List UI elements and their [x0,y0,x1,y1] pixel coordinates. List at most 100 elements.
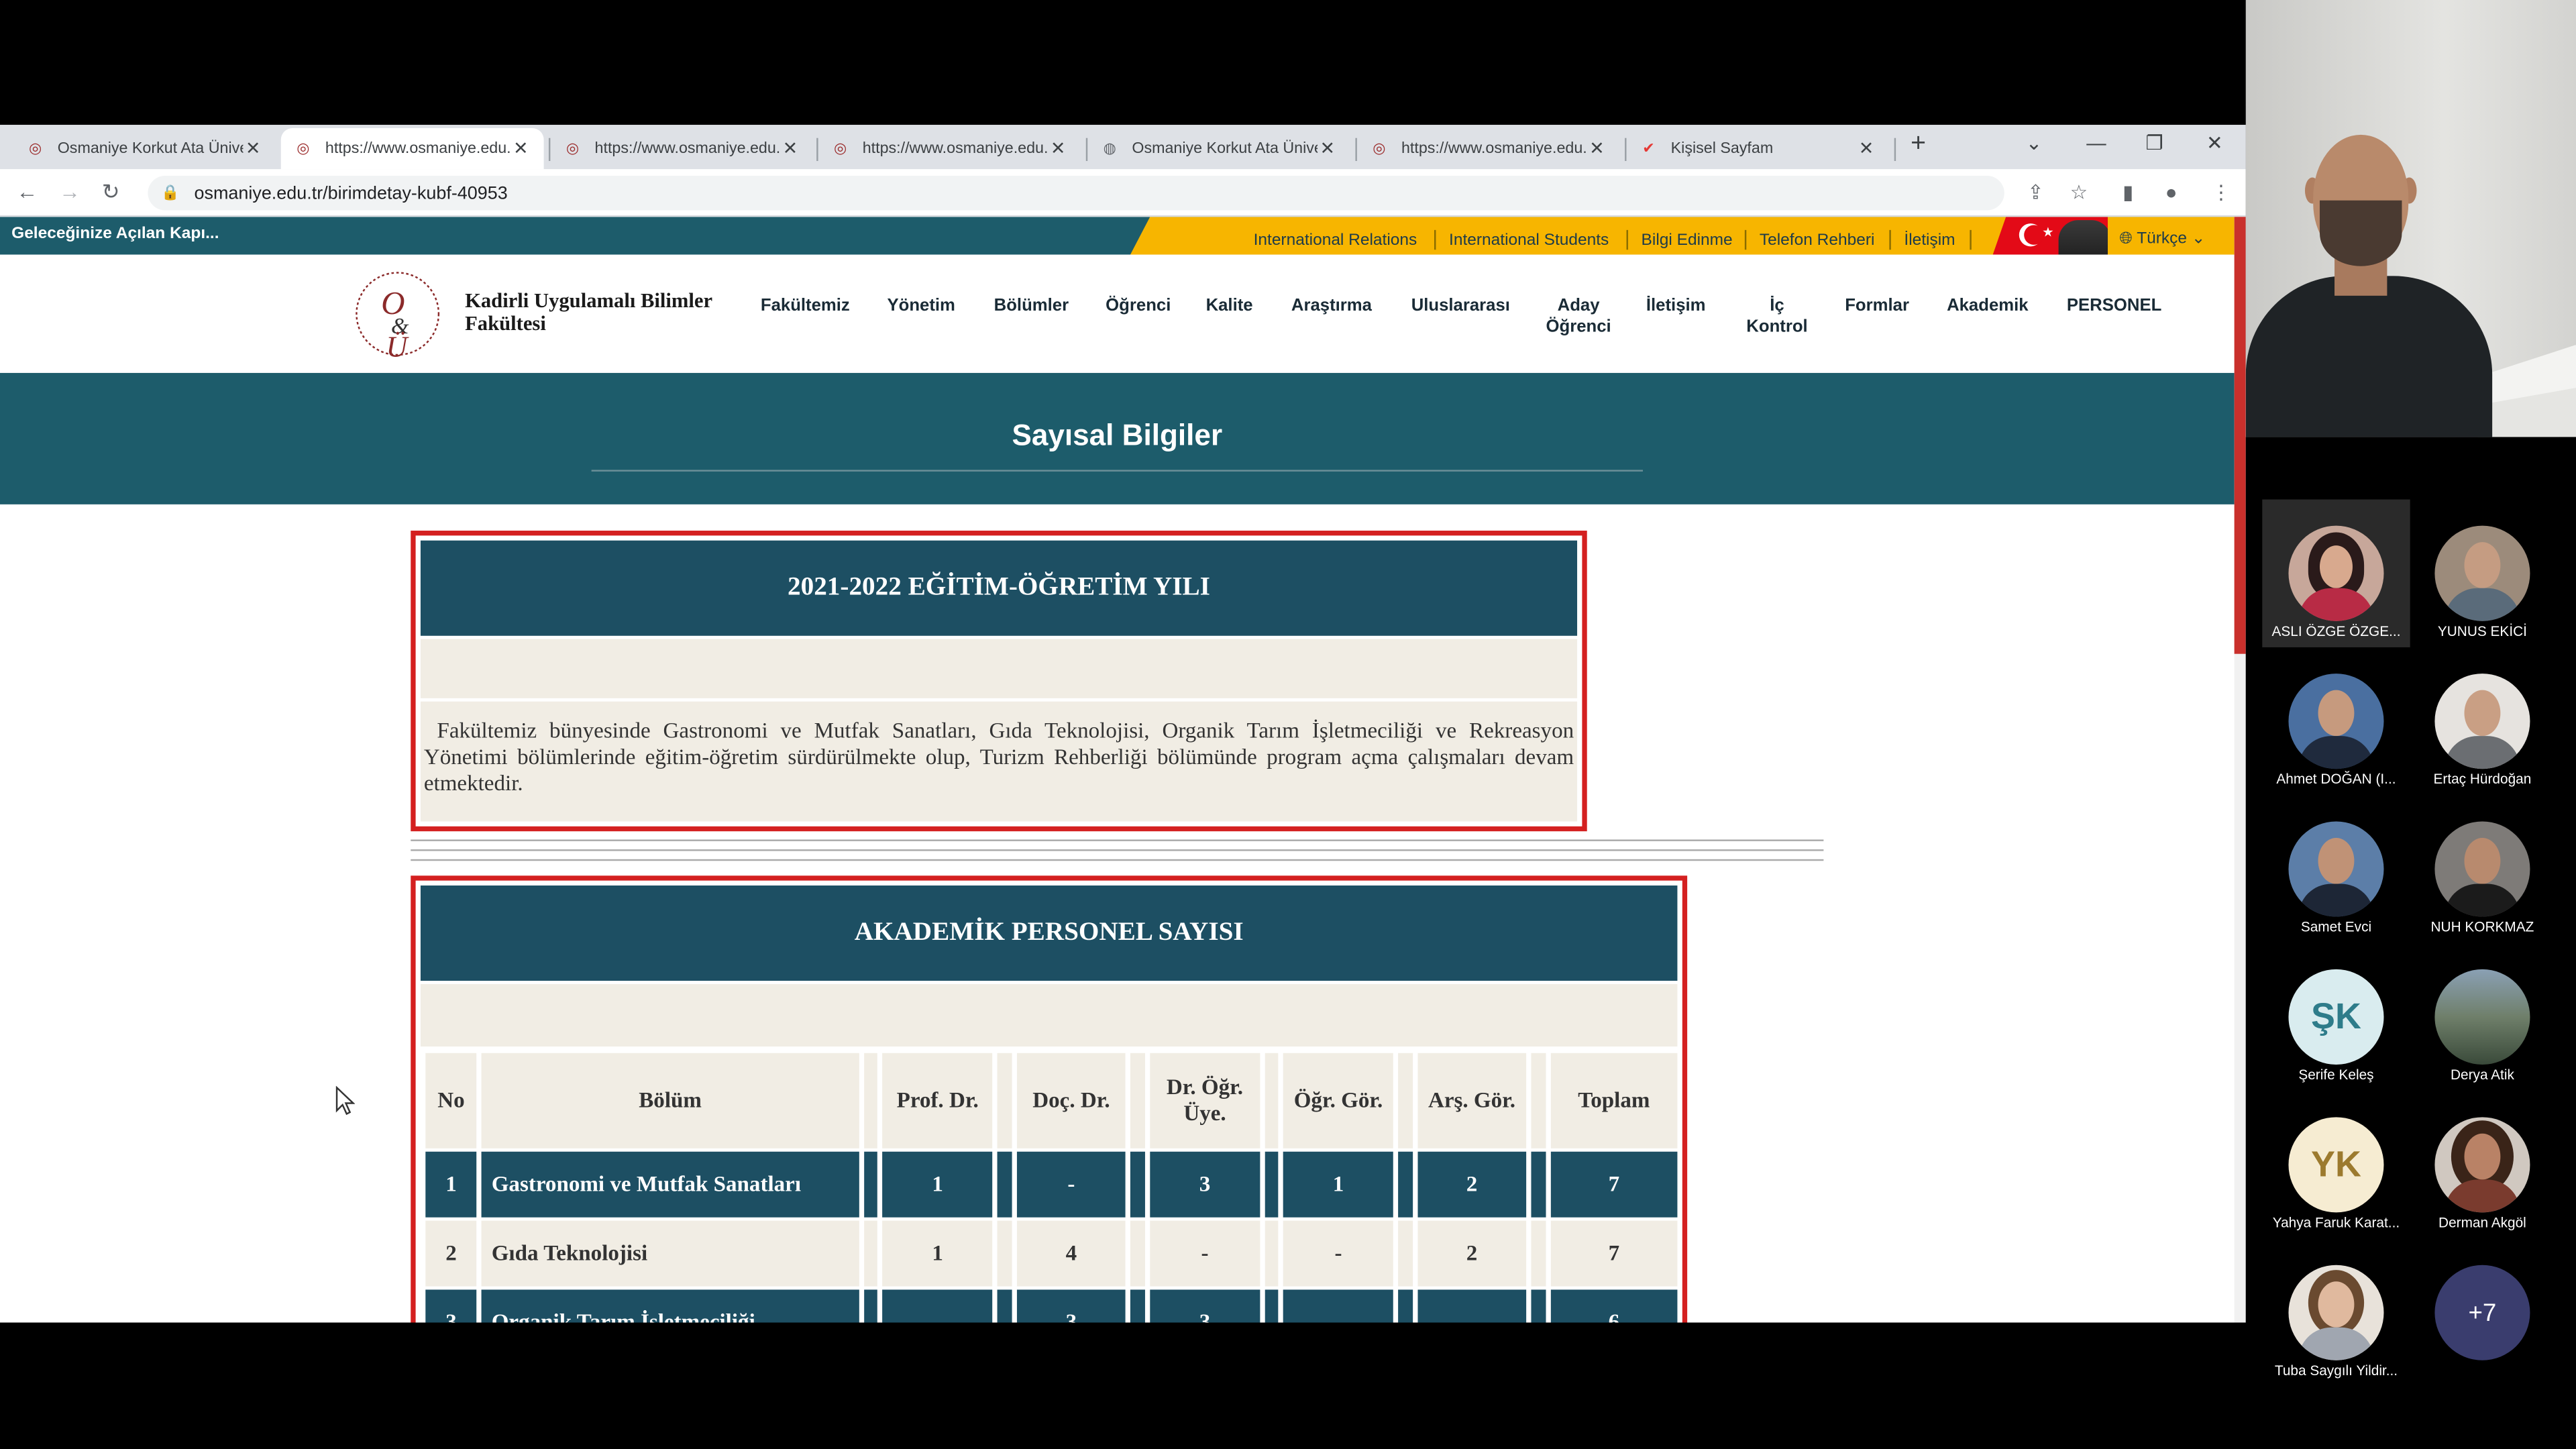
link-international-relations[interactable]: International Relations [1254,231,1417,250]
globe-icon: ◍ [1103,140,1116,156]
share-icon[interactable]: ⇪ [2027,180,2044,203]
participant-tile[interactable]: Derya Atik [2408,943,2556,1091]
menu-uluslararasi[interactable]: Uluslararası [1411,296,1510,317]
participant-tile[interactable]: Ahmet DOĞAN (I... [2262,647,2410,795]
close-tab-icon[interactable]: ✕ [1048,138,1067,159]
forward-arrow-icon[interactable]: → [59,179,80,204]
more-participants-button[interactable]: +7 [2408,1239,2556,1387]
web-page: Geleceğinize Açılan Kapı... Internationa… [0,217,2235,1323]
tab-title: https://www.osmaniye.edu.tr [325,140,511,158]
close-tab-icon[interactable]: ✕ [511,138,531,159]
close-tab-icon[interactable]: ✕ [243,138,262,159]
side-panel-icon[interactable]: ▮ [2123,180,2133,203]
browser-tab-4[interactable]: ◎ https://www.osmaniye.edu.tr ✕ [818,128,1081,169]
participant-tile[interactable]: YK Yahya Faruk Karat... [2262,1091,2410,1238]
participant-tile[interactable]: ASLI ÖZGE ÖZGE... [2262,499,2410,647]
menu-kalite[interactable]: Kalite [1206,296,1253,317]
tab-title: https://www.osmaniye.edu.tr [862,140,1049,158]
svg-text:Ü: Ü [386,330,410,363]
lock-icon: 🔒 [161,184,180,201]
browser-tab-3[interactable]: ◎ https://www.osmaniye.edu.tr ✕ [550,128,813,169]
participant-tile[interactable]: Derman Akgöl [2408,1091,2556,1238]
participant-name: Samet Evci [2300,918,2372,935]
col-header-bolum: Bölüm [482,1053,859,1148]
col-header-toplam: Toplam [1550,1053,1678,1148]
shared-screen: ◎ Osmaniye Korkut Ata Üniversitesi ✕ ◎ h… [0,0,2576,1449]
participant-tile[interactable]: NUH KORKMAZ [2408,795,2556,943]
link-bilgi-edinme[interactable]: Bilgi Edinme [1642,231,1733,250]
menu-akademik[interactable]: Akademik [1947,296,2028,317]
speaker-video[interactable] [2245,0,2576,437]
close-window-icon[interactable]: ✕ [2206,131,2223,154]
menu-arastirma[interactable]: Araştırma [1291,296,1372,317]
participant-name: NUH KORKMAZ [2430,918,2534,935]
profile-icon[interactable]: ● [2165,180,2178,203]
title-underline [591,470,1644,472]
link-international-students[interactable]: International Students [1449,231,1609,250]
menu-personel[interactable]: PERSONEL [2067,296,2161,317]
menu-yonetim[interactable]: Yönetim [887,296,955,317]
menu-fakultemiz[interactable]: Fakültemiz [761,296,850,317]
restore-icon[interactable]: ❐ [2145,131,2163,154]
close-tab-icon[interactable]: ✕ [1856,138,1876,159]
screen-root: ◎ Osmaniye Korkut Ata Üniversitesi ✕ ◎ h… [0,0,2576,1449]
browser-tab-7[interactable]: ✔ Kişisel Sayfam ✕ [1627,128,1890,169]
tab-title: Osmaniye Korkut Ata Üniversitesi [1132,140,1318,158]
link-telefon-rehberi[interactable]: Telefon Rehberi [1760,231,1875,250]
link-iletisim[interactable]: İletişim [1904,231,1955,250]
section-band [420,639,1578,698]
new-tab-icon[interactable]: + [1911,129,1926,159]
close-tab-icon[interactable]: ✕ [780,138,800,159]
participant-tile[interactable]: ŞK Şerife Keleş [2262,943,2410,1091]
participant-tile[interactable]: Tuba Saygılı Yildir... [2262,1239,2410,1387]
browser-tab-2[interactable]: ◎ https://www.osmaniye.edu.tr ✕ [280,128,544,170]
section-description: Fakültemiz bünyesinde Gastronomi ve Mutf… [423,718,1574,796]
reload-icon[interactable]: ↻ [102,179,120,205]
language-label: Türkçe [2137,229,2188,248]
address-bar-row: ← → ↻ 🔒 osmaniye.edu.tr/birimdetay-kubf-… [0,169,2246,217]
participant-name: Yahya Faruk Karat... [2272,1214,2400,1231]
faculty-name[interactable]: Kadirli Uygulamalı Bilimler Fakültesi [465,289,744,335]
browser-window: ◎ Osmaniye Korkut Ata Üniversitesi ✕ ◎ h… [0,125,2246,1323]
turkish-flag-banner: ★ [1992,217,2108,255]
menu-bolumler[interactable]: Bölümler [994,296,1069,317]
browser-tab-5[interactable]: ◍ Osmaniye Korkut Ata Üniversitesi ✕ [1087,128,1350,169]
site-slogan: Geleceğinize Açılan Kapı... [11,225,219,244]
site-header: O & Ü Kadirli Uygulamalı Bilimler Fakült… [0,254,2235,373]
close-tab-icon[interactable]: ✕ [1587,138,1607,159]
url-input[interactable]: 🔒 osmaniye.edu.tr/birimdetay-kubf-40953 [148,176,2004,211]
page-scrollbar-thumb[interactable] [2234,217,2246,654]
language-selector[interactable]: 🌐︎ Türkçe ⌄ [2119,230,2205,248]
page-hero: Sayısal Bilgiler [0,372,2235,504]
kebab-menu-icon[interactable]: ⋮ [2211,180,2231,203]
menu-formlar[interactable]: Formlar [1845,296,1909,317]
divider-line [411,839,1824,841]
tab-title: Osmaniye Korkut Ata Üniversitesi [57,140,244,158]
close-tab-icon[interactable]: ✕ [1318,138,1337,159]
checkmark-icon: ✔ [1642,140,1655,156]
browser-tab-1[interactable]: ◎ Osmaniye Korkut Ata Üniversitesi ✕ [13,128,276,169]
menu-iletisim[interactable]: İletişim [1646,296,1706,317]
section-band [420,983,1678,1047]
col-header-prof: Prof. Dr. [882,1053,993,1148]
browser-tab-6[interactable]: ◎ https://www.osmaniye.edu.tr ✕ [1357,128,1620,169]
menu-ogrenci[interactable]: Öğrenci [1106,296,1171,317]
site-favicon-icon: ◎ [1373,140,1386,156]
menu-aday-ogrenci[interactable]: Aday Öğrenci [1546,296,1611,339]
avatar: ŞK [2288,969,2384,1065]
university-logo[interactable]: O & Ü [354,264,442,363]
tab-divider [1355,138,1357,162]
table-row: 2 Gıda Teknolojisi 1 4 - - 2 7 [425,1220,1678,1287]
bookmark-star-icon[interactable]: ☆ [2070,180,2088,203]
participant-name: Tuba Saygılı Yildir... [2274,1362,2398,1379]
avatar [2288,1265,2384,1360]
participant-tile[interactable]: Ertaç Hürdoğan [2408,647,2556,795]
back-arrow-icon[interactable]: ← [16,179,38,204]
menu-ic-kontrol[interactable]: İç Kontrol [1746,296,1807,339]
minimize-icon[interactable]: — [2086,131,2106,154]
participant-tile[interactable]: YUNUS EKİCİ [2408,499,2556,647]
site-favicon-icon: ◎ [29,140,42,156]
tab-search-chevron-icon[interactable]: ⌄ [2026,131,2043,154]
participant-tile[interactable]: Samet Evci [2262,795,2410,943]
site-favicon-icon: ◎ [566,140,580,156]
